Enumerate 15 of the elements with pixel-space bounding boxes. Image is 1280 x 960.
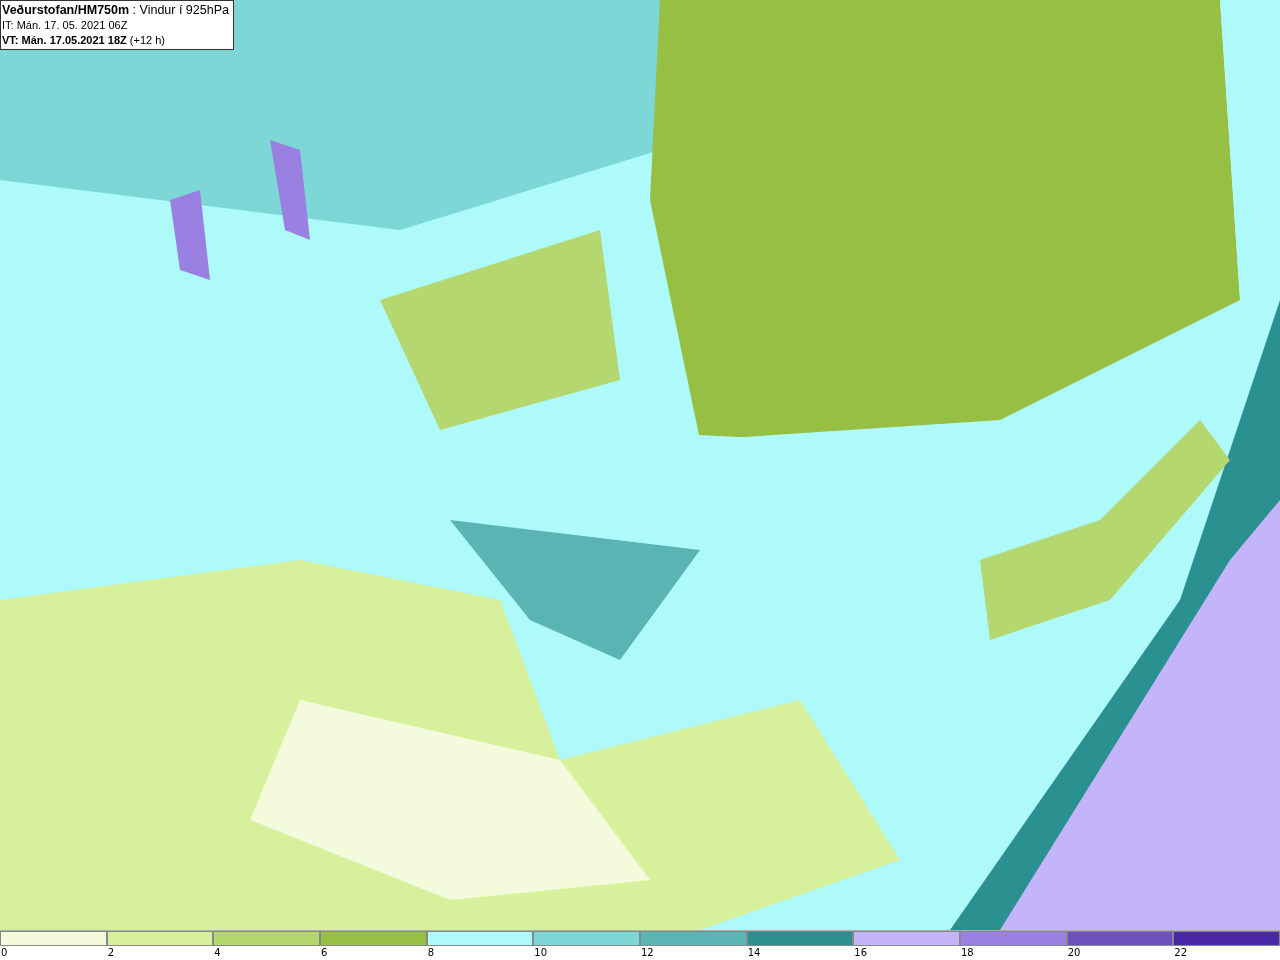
legend-label: 14 [746, 946, 761, 960]
legend-label: 12 [640, 946, 654, 960]
legend-label: 4 [213, 946, 221, 960]
legend-label: 16 [853, 946, 868, 960]
legend-label: 22 [1173, 946, 1188, 960]
legend-label: 20 [1066, 946, 1081, 960]
legend-label: 6 [320, 946, 328, 960]
title-line: VT: Mán. 17.05.2021 18Z (+12 h) [2, 33, 166, 48]
legend-label: 2 [106, 946, 115, 960]
legend-label: 0 [0, 946, 8, 960]
title-line: Veðurstofan/HM750m : Vindur í 925hPa [2, 3, 229, 18]
legend-label: 18 [960, 946, 974, 960]
legend-label: 10 [533, 946, 548, 960]
title-line: IT: Mán. 17. 05. 2021 06Z [2, 18, 129, 33]
legend-label: 8 [426, 946, 435, 960]
